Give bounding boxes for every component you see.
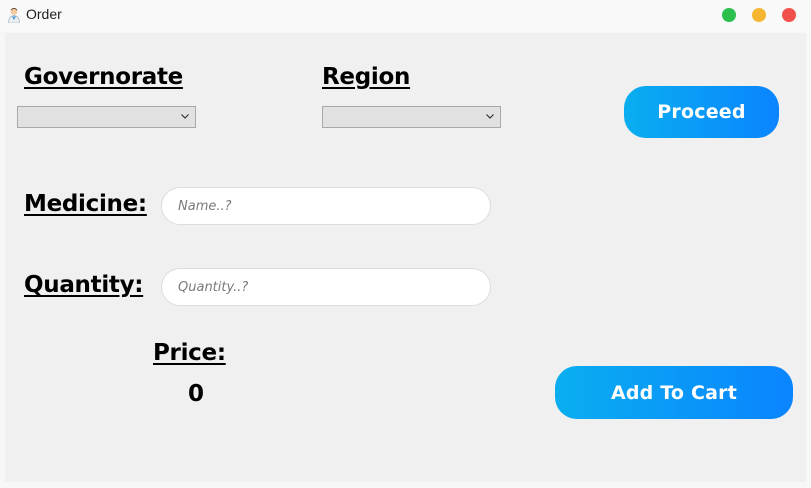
governorate-label: Governorate	[24, 64, 183, 90]
proceed-button[interactable]: Proceed	[624, 86, 779, 138]
price-value: 0	[188, 381, 205, 407]
region-label: Region	[322, 64, 411, 90]
minimize-button[interactable]	[752, 8, 766, 22]
chevron-down-icon	[486, 114, 494, 119]
add-to-cart-button[interactable]: Add To Cart	[555, 366, 793, 419]
medicine-input[interactable]	[161, 187, 491, 225]
title-bar: Order	[0, 0, 811, 32]
governorate-select[interactable]	[17, 106, 196, 128]
region-select[interactable]	[322, 106, 501, 128]
quantity-input[interactable]	[161, 268, 491, 306]
proceed-button-label: Proceed	[657, 101, 746, 123]
window-title: Order	[26, 6, 62, 22]
doctor-avatar-icon	[8, 7, 20, 23]
price-label: Price:	[153, 340, 226, 366]
quantity-label: Quantity:	[24, 272, 144, 298]
close-button[interactable]	[782, 8, 796, 22]
add-to-cart-button-label: Add To Cart	[610, 381, 738, 404]
chevron-down-icon	[181, 114, 189, 119]
maximize-button[interactable]	[722, 8, 736, 22]
order-panel: Governorate Region Proceed Medicine: Qua…	[5, 33, 806, 482]
medicine-label: Medicine:	[24, 191, 147, 217]
